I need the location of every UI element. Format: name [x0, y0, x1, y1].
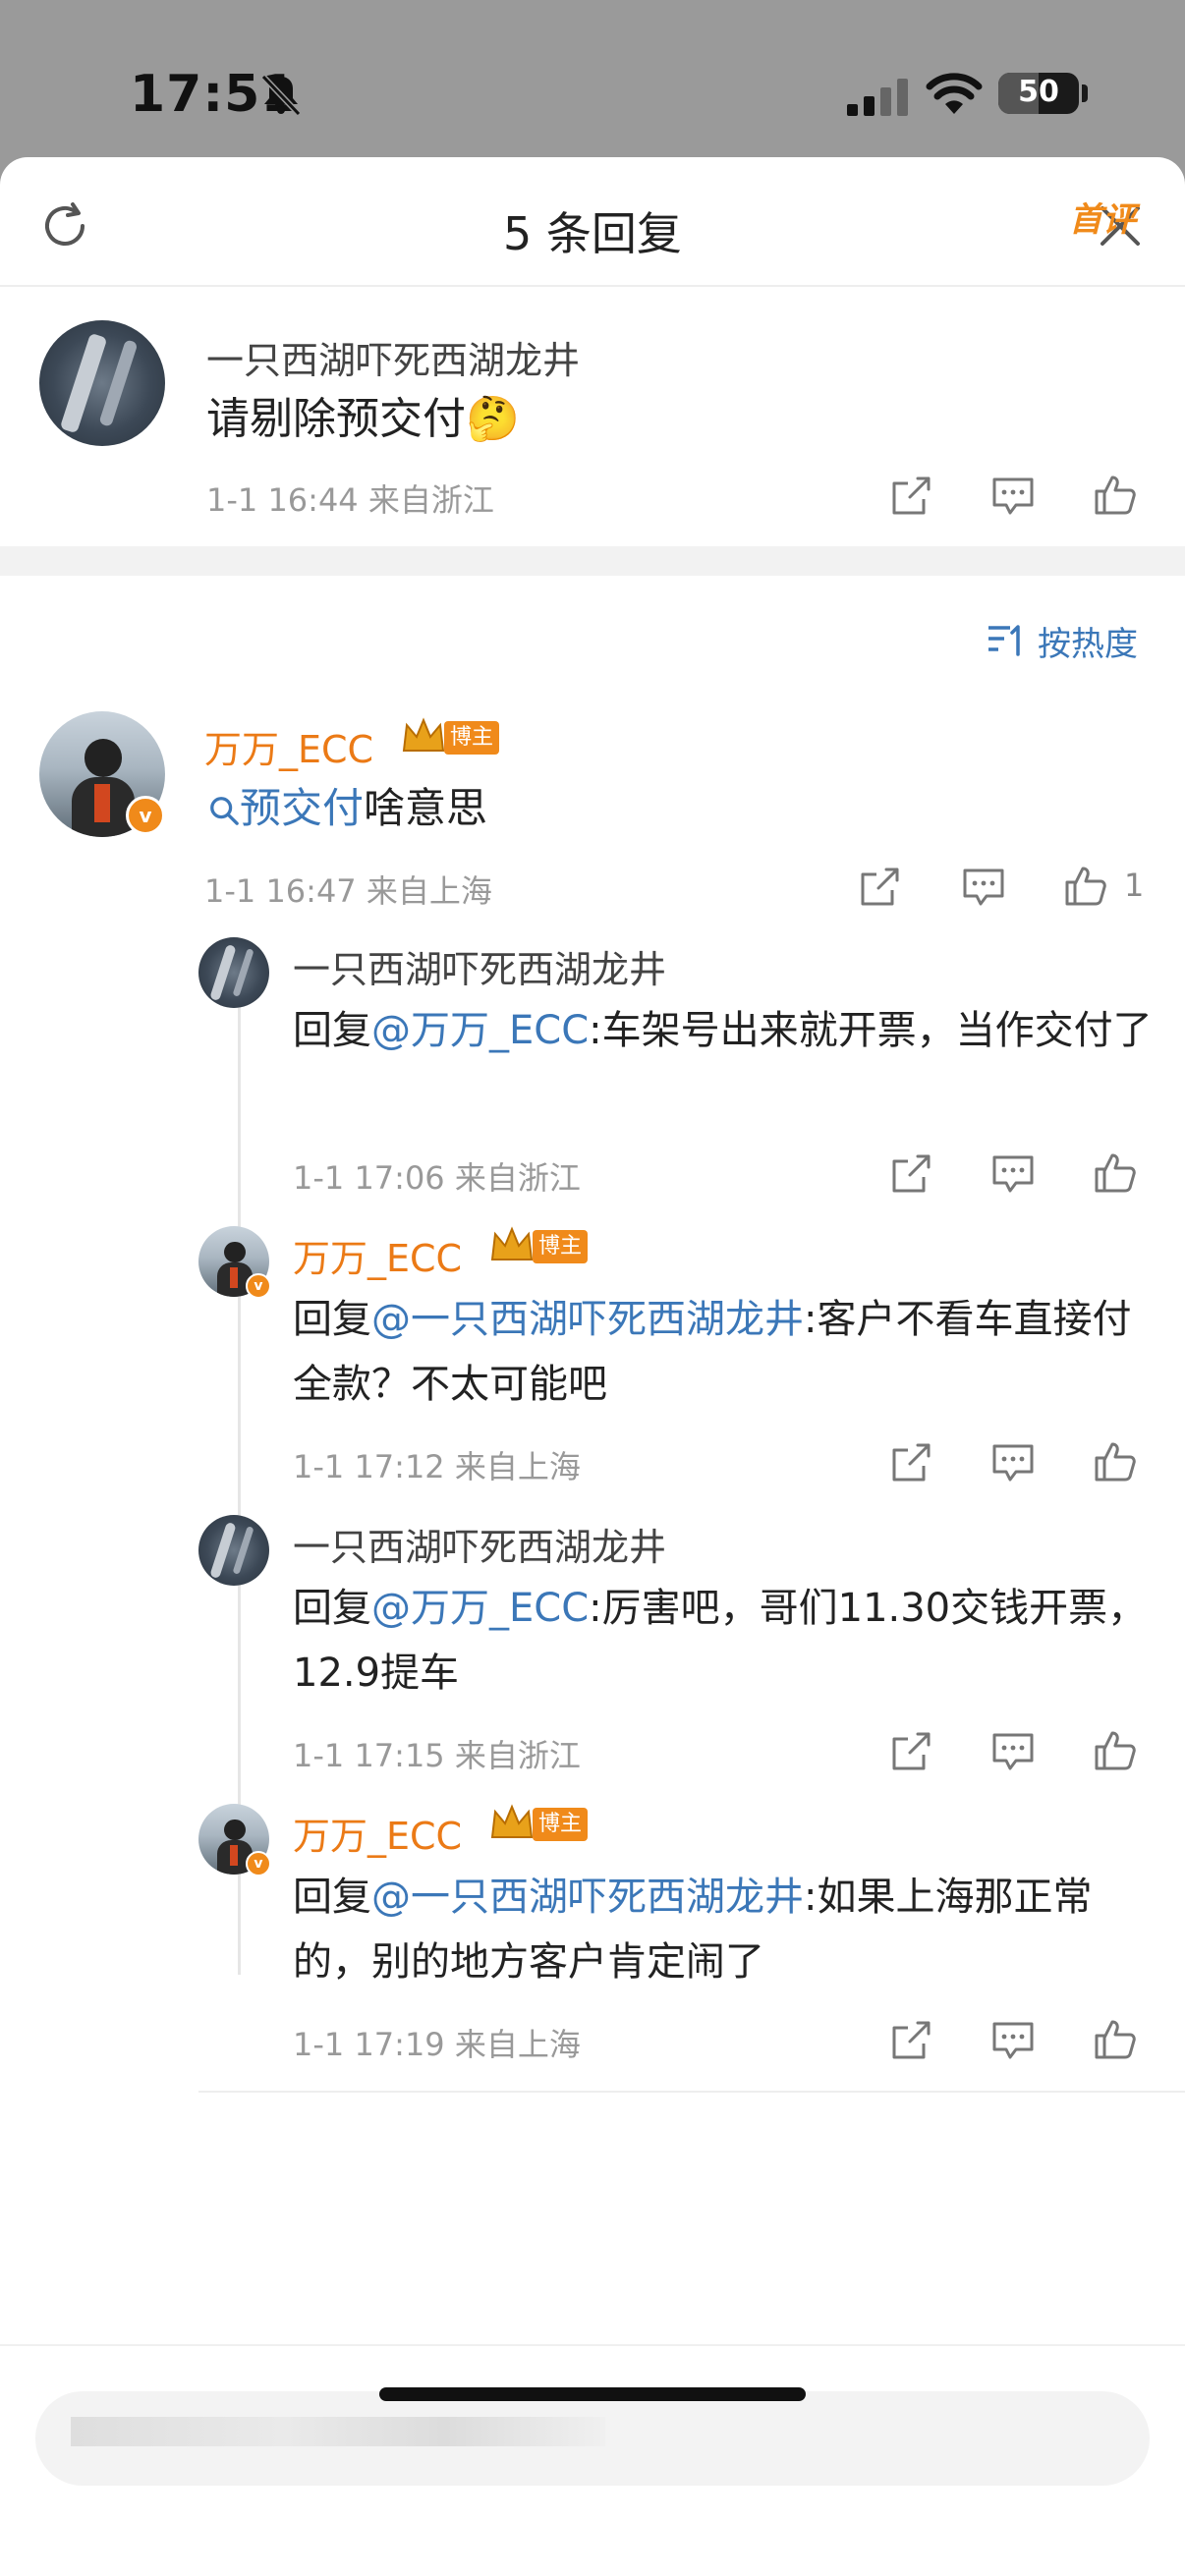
sub-reply-name[interactable]: 万万_ECC [293, 1806, 462, 1860]
sub-reply-location: 来自浙江 [454, 1737, 581, 1774]
comment-meta: 1-1 16:44 来自浙江 [206, 476, 494, 521]
battery-level: 50 [1018, 75, 1059, 109]
search-icon [210, 797, 239, 825]
comment-icon[interactable] [990, 1440, 1036, 1485]
mention-link[interactable]: @一只西湖吓死西湖龙井 [371, 1297, 804, 1342]
avatar[interactable] [198, 1515, 269, 1586]
crown-icon [490, 1226, 534, 1260]
comment-icon[interactable] [990, 1151, 1036, 1197]
replies-sheet: 5 条回复 一只西湖吓死西湖龙井 首评 请剔除预交付🤔 1-1 16:44 来自… [0, 157, 1185, 2576]
sheet-title: 5 条回复 [503, 207, 682, 260]
sub-reply-name[interactable]: 万万_ECC [293, 1228, 462, 1282]
sub-reply-meta: 1-1 17:19 来自上海 [293, 2020, 581, 2065]
silent-bell-icon [260, 74, 302, 117]
reply-input[interactable] [35, 2391, 1150, 2486]
comment-time: 1-1 16:44 [206, 481, 359, 519]
sub-reply-time: 1-1 17:12 [293, 1448, 445, 1485]
share-icon[interactable] [888, 1729, 933, 1774]
home-indicator[interactable] [379, 2387, 806, 2401]
mention-link[interactable]: @万万_ECC [371, 1586, 589, 1631]
like-icon[interactable] [1063, 863, 1108, 908]
sub-reply-meta: 1-1 17:15 来自浙江 [293, 1731, 581, 1776]
share-icon[interactable] [888, 1151, 933, 1197]
sort-label: 按热度 [1038, 625, 1138, 664]
comment-icon[interactable] [961, 865, 1006, 910]
commenter-name[interactable]: 一只西湖吓死西湖龙井 [206, 330, 580, 384]
reply-prefix: 回复 [293, 1875, 371, 1920]
reply-meta: 1-1 16:47 来自上海 [204, 867, 492, 912]
sub-reply-text: 回复@一只西湖吓死西湖龙井:如果上海那正常的，别的地方客户肯定闹了 [293, 1865, 1157, 1994]
avatar[interactable] [198, 937, 269, 1008]
crown-icon [490, 1804, 534, 1838]
blogger-badge: 博主 [533, 1808, 588, 1841]
sub-reply-time: 1-1 17:15 [293, 1737, 445, 1774]
sheet-header: 5 条回复 [0, 157, 1185, 287]
first-comment-tag: 首评 [1069, 200, 1136, 240]
sub-reply-text: 回复@一只西湖吓死西湖龙井:客户不看车直接付全款？不太可能吧 [293, 1287, 1157, 1417]
reply-prefix: 回复 [293, 1586, 371, 1631]
like-icon[interactable] [1093, 472, 1138, 517]
verified-icon: v [126, 796, 165, 835]
comment-text-body: 请剔除预交付 [206, 394, 466, 444]
sort-icon [988, 625, 1020, 656]
sub-reply-name[interactable]: 一只西湖吓死西湖龙井 [293, 1517, 666, 1571]
sub-reply-location: 来自浙江 [454, 1159, 581, 1197]
sub-reply-body: :车架号出来就开票，当作交付了 [589, 1008, 1153, 1053]
blogger-badge: 博主 [533, 1230, 588, 1263]
reply-location: 来自上海 [366, 872, 492, 910]
crown-icon [402, 717, 445, 752]
like-icon[interactable] [1093, 1438, 1138, 1484]
reply-prefix: 回复 [293, 1008, 371, 1053]
reply-input-bar [0, 2344, 1185, 2576]
like-icon[interactable] [1093, 2016, 1138, 2061]
like-icon[interactable] [1093, 1727, 1138, 1772]
sub-reply-time: 1-1 17:06 [293, 1159, 445, 1197]
battery-cap [1082, 84, 1088, 102]
reply-input-placeholder [71, 2417, 605, 2446]
comment-icon[interactable] [990, 2018, 1036, 2063]
sub-reply-meta: 1-1 17:06 来自浙江 [293, 1153, 581, 1199]
section-divider [0, 546, 1185, 576]
mention-link[interactable]: @一只西湖吓死西湖龙井 [371, 1875, 804, 1920]
reply-text-rest: 啥意思 [364, 784, 488, 832]
share-icon[interactable] [888, 1440, 933, 1485]
signal-icon [847, 79, 908, 116]
sub-reply-meta: 1-1 17:12 来自上海 [293, 1442, 581, 1487]
battery-icon: 50 [998, 73, 1079, 114]
share-icon[interactable] [888, 2018, 933, 2063]
verified-icon: v [246, 1851, 271, 1876]
reply-time: 1-1 16:47 [204, 872, 357, 910]
thinking-emoji: 🤔 [466, 394, 520, 444]
comment-text: 请剔除预交付🤔 [206, 387, 520, 452]
sub-reply-time: 1-1 17:19 [293, 2026, 445, 2063]
wifi-icon [926, 73, 983, 114]
sub-reply-location: 来自上海 [454, 1448, 581, 1485]
blogger-badge: 博主 [444, 721, 499, 755]
verified-icon: v [246, 1273, 271, 1299]
status-bar: 17:51 50 [0, 0, 1185, 157]
share-icon[interactable] [857, 865, 902, 910]
comment-icon[interactable] [990, 1729, 1036, 1774]
like-icon[interactable] [1093, 1149, 1138, 1195]
reply-prefix: 回复 [293, 1297, 371, 1342]
sub-reply-location: 来自上海 [454, 2026, 581, 2063]
comment-location: 来自浙江 [367, 481, 494, 519]
reply-text: 预交付啥意思 [208, 776, 487, 841]
sub-reply-text: 回复@万万_ECC:厉害吧，哥们11.30交钱开票，12.9提车 [293, 1576, 1157, 1706]
share-icon[interactable] [888, 474, 933, 519]
replier-name[interactable]: 万万_ECC [204, 719, 373, 773]
mention-link[interactable]: @万万_ECC [371, 1008, 589, 1053]
thread-end-divider [198, 2091, 1185, 2093]
sub-reply-name[interactable]: 一只西湖吓死西湖龙井 [293, 939, 666, 993]
avatar[interactable] [39, 320, 165, 446]
sub-reply-text: 回复@万万_ECC:车架号出来就开票，当作交付了 [293, 998, 1157, 1063]
like-count: 1 [1124, 867, 1145, 904]
comment-icon[interactable] [990, 474, 1036, 519]
topic-search-link[interactable]: 预交付 [240, 784, 364, 832]
